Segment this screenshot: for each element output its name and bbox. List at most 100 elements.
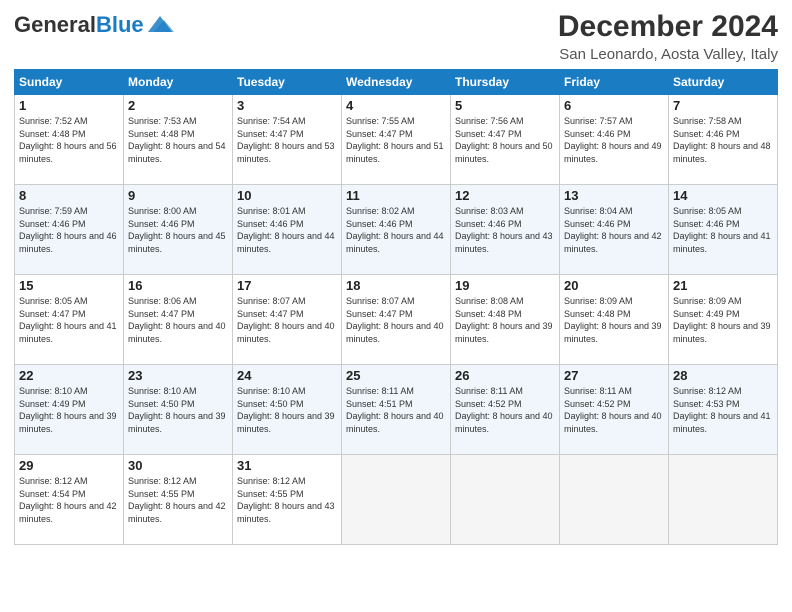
day-info: Sunrise: 8:11 AM Sunset: 4:52 PM Dayligh… (455, 385, 555, 435)
day-number: 15 (19, 278, 119, 293)
calendar-container: GeneralBlue December 2024 San Leonardo, … (0, 0, 792, 612)
day-number: 14 (673, 188, 773, 203)
day-info: Sunrise: 8:10 AM Sunset: 4:49 PM Dayligh… (19, 385, 119, 435)
day-number: 23 (128, 368, 228, 383)
day-cell: 6 Sunrise: 7:57 AM Sunset: 4:46 PM Dayli… (560, 95, 669, 185)
day-info: Sunrise: 7:58 AM Sunset: 4:46 PM Dayligh… (673, 115, 773, 165)
day-number: 16 (128, 278, 228, 293)
day-number: 29 (19, 458, 119, 473)
col-header-friday: Friday (560, 70, 669, 95)
day-number: 24 (237, 368, 337, 383)
calendar-table: SundayMondayTuesdayWednesdayThursdayFrid… (14, 69, 778, 545)
logo-text: GeneralBlue (14, 14, 144, 36)
col-header-monday: Monday (124, 70, 233, 95)
day-info: Sunrise: 8:10 AM Sunset: 4:50 PM Dayligh… (237, 385, 337, 435)
day-info: Sunrise: 8:12 AM Sunset: 4:54 PM Dayligh… (19, 475, 119, 525)
day-cell: 8 Sunrise: 7:59 AM Sunset: 4:46 PM Dayli… (15, 185, 124, 275)
day-info: Sunrise: 8:12 AM Sunset: 4:53 PM Dayligh… (673, 385, 773, 435)
day-info: Sunrise: 8:02 AM Sunset: 4:46 PM Dayligh… (346, 205, 446, 255)
day-cell: 31 Sunrise: 8:12 AM Sunset: 4:55 PM Dayl… (233, 455, 342, 545)
week-row-2: 8 Sunrise: 7:59 AM Sunset: 4:46 PM Dayli… (15, 185, 778, 275)
logo-icon (146, 14, 174, 36)
day-number: 28 (673, 368, 773, 383)
day-info: Sunrise: 8:11 AM Sunset: 4:51 PM Dayligh… (346, 385, 446, 435)
day-cell (342, 455, 451, 545)
day-number: 25 (346, 368, 446, 383)
header-row: SundayMondayTuesdayWednesdayThursdayFrid… (15, 70, 778, 95)
day-info: Sunrise: 8:09 AM Sunset: 4:49 PM Dayligh… (673, 295, 773, 345)
day-cell: 26 Sunrise: 8:11 AM Sunset: 4:52 PM Dayl… (451, 365, 560, 455)
day-number: 7 (673, 98, 773, 113)
day-number: 30 (128, 458, 228, 473)
day-number: 9 (128, 188, 228, 203)
day-number: 19 (455, 278, 555, 293)
day-info: Sunrise: 7:55 AM Sunset: 4:47 PM Dayligh… (346, 115, 446, 165)
day-cell (451, 455, 560, 545)
day-info: Sunrise: 8:07 AM Sunset: 4:47 PM Dayligh… (237, 295, 337, 345)
col-header-wednesday: Wednesday (342, 70, 451, 95)
day-cell: 27 Sunrise: 8:11 AM Sunset: 4:52 PM Dayl… (560, 365, 669, 455)
day-number: 20 (564, 278, 664, 293)
week-row-4: 22 Sunrise: 8:10 AM Sunset: 4:49 PM Dayl… (15, 365, 778, 455)
col-header-thursday: Thursday (451, 70, 560, 95)
day-cell (669, 455, 778, 545)
day-info: Sunrise: 8:01 AM Sunset: 4:46 PM Dayligh… (237, 205, 337, 255)
day-info: Sunrise: 8:12 AM Sunset: 4:55 PM Dayligh… (237, 475, 337, 525)
month-title: December 2024 (558, 10, 778, 44)
day-cell: 14 Sunrise: 8:05 AM Sunset: 4:46 PM Dayl… (669, 185, 778, 275)
day-number: 11 (346, 188, 446, 203)
day-cell: 18 Sunrise: 8:07 AM Sunset: 4:47 PM Dayl… (342, 275, 451, 365)
day-cell: 23 Sunrise: 8:10 AM Sunset: 4:50 PM Dayl… (124, 365, 233, 455)
day-info: Sunrise: 8:03 AM Sunset: 4:46 PM Dayligh… (455, 205, 555, 255)
day-cell: 25 Sunrise: 8:11 AM Sunset: 4:51 PM Dayl… (342, 365, 451, 455)
day-info: Sunrise: 8:09 AM Sunset: 4:48 PM Dayligh… (564, 295, 664, 345)
day-number: 10 (237, 188, 337, 203)
day-cell: 7 Sunrise: 7:58 AM Sunset: 4:46 PM Dayli… (669, 95, 778, 185)
day-number: 13 (564, 188, 664, 203)
day-info: Sunrise: 7:59 AM Sunset: 4:46 PM Dayligh… (19, 205, 119, 255)
day-cell: 20 Sunrise: 8:09 AM Sunset: 4:48 PM Dayl… (560, 275, 669, 365)
day-cell: 11 Sunrise: 8:02 AM Sunset: 4:46 PM Dayl… (342, 185, 451, 275)
day-cell: 21 Sunrise: 8:09 AM Sunset: 4:49 PM Dayl… (669, 275, 778, 365)
day-info: Sunrise: 7:54 AM Sunset: 4:47 PM Dayligh… (237, 115, 337, 165)
day-number: 22 (19, 368, 119, 383)
day-number: 1 (19, 98, 119, 113)
day-cell: 5 Sunrise: 7:56 AM Sunset: 4:47 PM Dayli… (451, 95, 560, 185)
day-number: 21 (673, 278, 773, 293)
header: GeneralBlue December 2024 San Leonardo, … (14, 10, 778, 63)
day-info: Sunrise: 8:08 AM Sunset: 4:48 PM Dayligh… (455, 295, 555, 345)
day-cell (560, 455, 669, 545)
logo: GeneralBlue (14, 14, 174, 36)
week-row-3: 15 Sunrise: 8:05 AM Sunset: 4:47 PM Dayl… (15, 275, 778, 365)
day-cell: 10 Sunrise: 8:01 AM Sunset: 4:46 PM Dayl… (233, 185, 342, 275)
day-info: Sunrise: 8:05 AM Sunset: 4:47 PM Dayligh… (19, 295, 119, 345)
day-info: Sunrise: 8:07 AM Sunset: 4:47 PM Dayligh… (346, 295, 446, 345)
day-cell: 24 Sunrise: 8:10 AM Sunset: 4:50 PM Dayl… (233, 365, 342, 455)
day-number: 18 (346, 278, 446, 293)
day-cell: 29 Sunrise: 8:12 AM Sunset: 4:54 PM Dayl… (15, 455, 124, 545)
day-number: 6 (564, 98, 664, 113)
day-cell: 9 Sunrise: 8:00 AM Sunset: 4:46 PM Dayli… (124, 185, 233, 275)
day-number: 31 (237, 458, 337, 473)
day-cell: 13 Sunrise: 8:04 AM Sunset: 4:46 PM Dayl… (560, 185, 669, 275)
day-cell: 12 Sunrise: 8:03 AM Sunset: 4:46 PM Dayl… (451, 185, 560, 275)
day-info: Sunrise: 7:53 AM Sunset: 4:48 PM Dayligh… (128, 115, 228, 165)
day-cell: 2 Sunrise: 7:53 AM Sunset: 4:48 PM Dayli… (124, 95, 233, 185)
day-info: Sunrise: 8:11 AM Sunset: 4:52 PM Dayligh… (564, 385, 664, 435)
day-cell: 4 Sunrise: 7:55 AM Sunset: 4:47 PM Dayli… (342, 95, 451, 185)
day-info: Sunrise: 7:52 AM Sunset: 4:48 PM Dayligh… (19, 115, 119, 165)
col-header-saturday: Saturday (669, 70, 778, 95)
day-cell: 22 Sunrise: 8:10 AM Sunset: 4:49 PM Dayl… (15, 365, 124, 455)
day-cell: 17 Sunrise: 8:07 AM Sunset: 4:47 PM Dayl… (233, 275, 342, 365)
day-cell: 15 Sunrise: 8:05 AM Sunset: 4:47 PM Dayl… (15, 275, 124, 365)
day-number: 12 (455, 188, 555, 203)
day-cell: 19 Sunrise: 8:08 AM Sunset: 4:48 PM Dayl… (451, 275, 560, 365)
location-subtitle: San Leonardo, Aosta Valley, Italy (558, 46, 778, 63)
day-number: 3 (237, 98, 337, 113)
day-number: 17 (237, 278, 337, 293)
week-row-1: 1 Sunrise: 7:52 AM Sunset: 4:48 PM Dayli… (15, 95, 778, 185)
day-cell: 3 Sunrise: 7:54 AM Sunset: 4:47 PM Dayli… (233, 95, 342, 185)
col-header-tuesday: Tuesday (233, 70, 342, 95)
day-info: Sunrise: 8:10 AM Sunset: 4:50 PM Dayligh… (128, 385, 228, 435)
day-number: 26 (455, 368, 555, 383)
